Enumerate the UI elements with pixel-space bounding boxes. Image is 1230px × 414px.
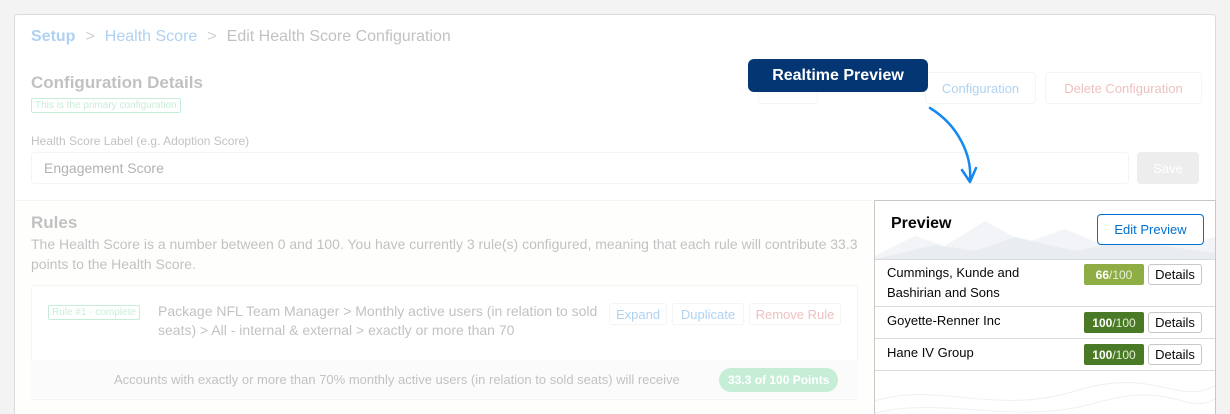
preview-title: Preview xyxy=(891,215,952,232)
score-max: /100 xyxy=(1109,267,1133,282)
details-button[interactable]: Details xyxy=(1148,264,1202,285)
realtime-preview-callout: Realtime Preview xyxy=(748,59,928,92)
save-button[interactable]: Save xyxy=(1137,152,1199,184)
duplicate-button[interactable]: Duplicate xyxy=(672,303,744,325)
primary-config-badge: This is the primary configuration xyxy=(31,98,181,113)
score-value: 100 xyxy=(1092,347,1113,362)
expand-button[interactable]: Expand xyxy=(609,303,667,325)
preview-row: Hane IV Group 100/100 Details xyxy=(875,338,1215,370)
score-badge: 100/100 xyxy=(1084,312,1144,333)
score-badge: 100/100 xyxy=(1084,344,1144,365)
breadcrumb-separator: > xyxy=(85,28,95,45)
topo-pattern xyxy=(875,382,1215,414)
breadcrumb-separator: > xyxy=(207,28,217,45)
score-badge: 66/100 xyxy=(1084,264,1144,285)
score-value: 100 xyxy=(1092,315,1113,330)
edit-preview-button[interactable]: Edit Preview xyxy=(1097,214,1204,245)
points-pill: 33.3 of 100 Points xyxy=(719,368,839,392)
rules-description: The Health Score is a number between 0 a… xyxy=(31,236,858,272)
account-name: Goyette-Renner Inc xyxy=(887,313,1001,328)
breadcrumb-current: Edit Health Score Configuration xyxy=(226,28,451,45)
account-name: Hane IV Group xyxy=(887,345,974,360)
remove-rule-button[interactable]: Remove Rule xyxy=(749,303,841,325)
score-max: /100 xyxy=(1112,315,1136,330)
rule-result-text: Accounts with exactly or more than 70% m… xyxy=(114,372,680,387)
preview-row: Cummings, Kunde and Bashirian and Sons 6… xyxy=(875,259,1215,306)
preview-panel: Preview Edit Preview Cummings, Kunde and… xyxy=(874,200,1216,414)
breadcrumb-setup[interactable]: Setup xyxy=(31,28,75,46)
details-button[interactable]: Details xyxy=(1148,312,1202,333)
details-button[interactable]: Details xyxy=(1148,344,1202,365)
score-value: 66 xyxy=(1095,267,1109,282)
callout-arrow-icon xyxy=(928,106,978,184)
score-max: /100 xyxy=(1112,347,1136,362)
account-name: Cummings, Kunde and Bashirian and Sons xyxy=(887,265,1020,300)
rule-status-badge: Rule #1 - complete xyxy=(48,305,140,320)
rule-text: Package NFL Team Manager > Monthly activ… xyxy=(158,303,598,338)
rules-title: Rules xyxy=(31,213,78,232)
breadcrumb-health-score[interactable]: Health Score xyxy=(105,28,198,46)
breadcrumb: Setup > Health Score > Edit Health Score… xyxy=(31,28,451,46)
delete-configuration-button[interactable]: Delete Configuration xyxy=(1045,72,1202,104)
health-score-label-caption: Health Score Label (e.g. Adoption Score) xyxy=(31,134,250,148)
config-title: Configuration Details xyxy=(31,73,203,92)
preview-row: Goyette-Renner Inc 100/100 Details xyxy=(875,306,1215,338)
